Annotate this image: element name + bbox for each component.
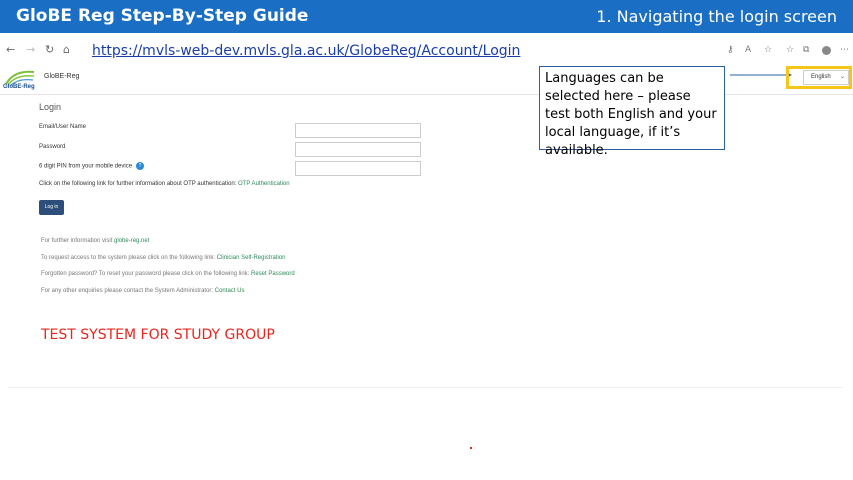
- slide-subtitle: 1. Navigating the login screen: [596, 7, 837, 26]
- language-select-value: English: [811, 74, 831, 80]
- home-icon[interactable]: ⌂: [63, 43, 70, 56]
- profile-avatar[interactable]: [822, 46, 831, 55]
- chevron-down-icon: ⌄: [839, 74, 845, 80]
- forward-icon[interactable]: →: [26, 43, 35, 56]
- forgot-password-text: Forgotten password? To reset your passwo…: [41, 271, 250, 277]
- password-field[interactable]: [295, 142, 421, 157]
- more-options-icon[interactable]: ⋯: [840, 45, 849, 55]
- reset-password-link[interactable]: Reset Password: [251, 271, 295, 277]
- favorites-icon[interactable]: ☆: [786, 45, 794, 55]
- otp-info: Click on the following link for further …: [39, 181, 290, 187]
- login-button[interactable]: Log in: [39, 200, 64, 215]
- contact-us-link[interactable]: Contact Us: [215, 288, 245, 294]
- request-access-text: To request access to the system please c…: [41, 255, 216, 261]
- back-icon[interactable]: ←: [6, 43, 15, 56]
- enquiries-text: For any other enquiries please contact t…: [41, 288, 214, 294]
- email-field[interactable]: [295, 123, 421, 138]
- request-access-line: To request access to the system please c…: [41, 255, 285, 261]
- login-title: Login: [39, 102, 62, 112]
- otp-authentication-link[interactable]: OTP Authentication: [238, 181, 290, 187]
- further-info-line: For further information visit globe-reg.…: [41, 238, 149, 244]
- read-aloud-icon[interactable]: A: [745, 45, 751, 55]
- divider: [8, 387, 843, 388]
- collections-icon[interactable]: ⧉: [803, 45, 809, 55]
- favorite-star-icon[interactable]: ☆: [764, 45, 772, 55]
- pin-label-text: 6 digit PIN from your mobile device: [39, 163, 133, 170]
- further-info-text: For further information visit: [41, 238, 113, 244]
- slide-header: GloBE Reg Step-By-Step Guide 1. Navigati…: [0, 0, 853, 33]
- logo-text: GloBE-Reg: [3, 84, 35, 90]
- self-registration-link[interactable]: Clinician Self-Registration: [217, 255, 286, 261]
- app-header: [0, 62, 853, 95]
- language-select[interactable]: English ⌄: [803, 70, 849, 85]
- test-system-banner: TEST SYSTEM FOR STUDY GROUP: [41, 327, 275, 343]
- password-label: Password: [39, 144, 66, 150]
- address-bar-url[interactable]: https://mvls-web-dev.mvls.gla.ac.uk/Glob…: [92, 43, 520, 59]
- enquiries-line: For any other enquiries please contact t…: [41, 288, 244, 294]
- language-callout: Languages can be selected here – please …: [539, 66, 725, 158]
- help-icon[interactable]: ?: [136, 162, 145, 170]
- globe-reg-link[interactable]: globe-reg.net: [114, 238, 149, 244]
- red-dot-mark: [470, 447, 472, 449]
- callout-arrow-icon: [730, 72, 792, 78]
- slide-title: GloBE Reg Step-By-Step Guide: [16, 6, 309, 26]
- reload-icon[interactable]: ↻: [45, 43, 54, 56]
- pin-field[interactable]: [295, 161, 421, 176]
- browser-toolbar: ← → ↻ ⌂ https://mvls-web-dev.mvls.gla.ac…: [0, 40, 853, 62]
- forgot-password-line: Forgotten password? To reset your passwo…: [41, 271, 295, 277]
- key-icon[interactable]: ⚷: [727, 45, 734, 55]
- pin-label: 6 digit PIN from your mobile device?: [39, 162, 145, 170]
- email-label: Email/User Name: [39, 124, 87, 130]
- app-name[interactable]: GloBE-Reg: [44, 73, 79, 80]
- otp-text: Click on the following link for further …: [39, 181, 237, 187]
